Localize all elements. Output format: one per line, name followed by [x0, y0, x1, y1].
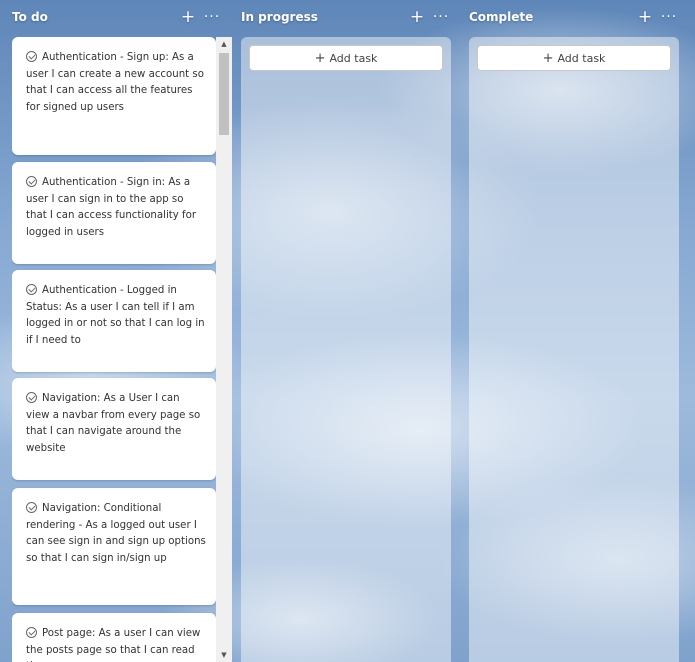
task-card[interactable]: Navigation: Conditional rendering - As a… — [12, 488, 216, 605]
plus-icon: + — [314, 50, 326, 66]
todo-card-list: Authentication - Sign up: As a user I ca… — [12, 37, 216, 662]
add-card-button[interactable]: + — [406, 6, 428, 28]
check-circle-icon[interactable] — [26, 502, 37, 513]
column-header-complete: Complete + ··· — [469, 6, 680, 28]
column-title: To do — [12, 10, 48, 24]
task-text: Authentication - Sign in: As a user I ca… — [26, 177, 197, 238]
task-text: Navigation: Conditional rendering - As a… — [26, 503, 206, 564]
column-in-progress: In progress + ··· + Add task — [241, 0, 452, 662]
add-card-button[interactable]: + — [634, 6, 656, 28]
scroll-down-icon[interactable]: ▼ — [216, 648, 232, 662]
column-header-todo: To do + ··· — [12, 6, 223, 28]
check-circle-icon[interactable] — [26, 627, 37, 638]
task-text: Post page: As a user I can view the post… — [26, 628, 201, 662]
todo-scrollbar[interactable]: ▲ ▼ — [216, 37, 232, 662]
task-text: Navigation: As a User I can view a navba… — [26, 393, 201, 454]
scroll-up-icon[interactable]: ▲ — [216, 37, 232, 51]
task-card[interactable]: Authentication - Sign in: As a user I ca… — [12, 162, 216, 264]
add-task-button[interactable]: + Add task — [477, 45, 671, 71]
task-card[interactable]: Authentication - Logged in Status: As a … — [12, 270, 216, 372]
check-circle-icon[interactable] — [26, 392, 37, 403]
column-panel: + Add task — [241, 37, 451, 662]
column-header-in-progress: In progress + ··· — [241, 6, 452, 28]
task-text: Authentication - Sign up: As a user I ca… — [26, 52, 204, 113]
column-panel: + Add task — [469, 37, 679, 662]
check-circle-icon[interactable] — [26, 176, 37, 187]
more-options-button[interactable]: ··· — [430, 6, 452, 28]
task-card[interactable]: Navigation: As a User I can view a navba… — [12, 378, 216, 480]
add-task-label: Add task — [329, 51, 378, 65]
add-card-button[interactable]: + — [177, 6, 199, 28]
add-task-button[interactable]: + Add task — [249, 45, 443, 71]
task-card[interactable]: Post page: As a user I can view the post… — [12, 613, 216, 662]
add-task-label: Add task — [557, 51, 606, 65]
plus-icon: + — [542, 50, 554, 66]
column-complete: Complete + ··· + Add task — [469, 0, 680, 662]
check-circle-icon[interactable] — [26, 284, 37, 295]
column-title: In progress — [241, 10, 318, 24]
task-text: Authentication - Logged in Status: As a … — [26, 285, 205, 346]
task-card[interactable]: Authentication - Sign up: As a user I ca… — [12, 37, 216, 155]
scroll-thumb[interactable] — [219, 53, 229, 135]
more-options-button[interactable]: ··· — [201, 6, 223, 28]
column-title: Complete — [469, 10, 534, 24]
more-options-button[interactable]: ··· — [658, 6, 680, 28]
check-circle-icon[interactable] — [26, 51, 37, 62]
